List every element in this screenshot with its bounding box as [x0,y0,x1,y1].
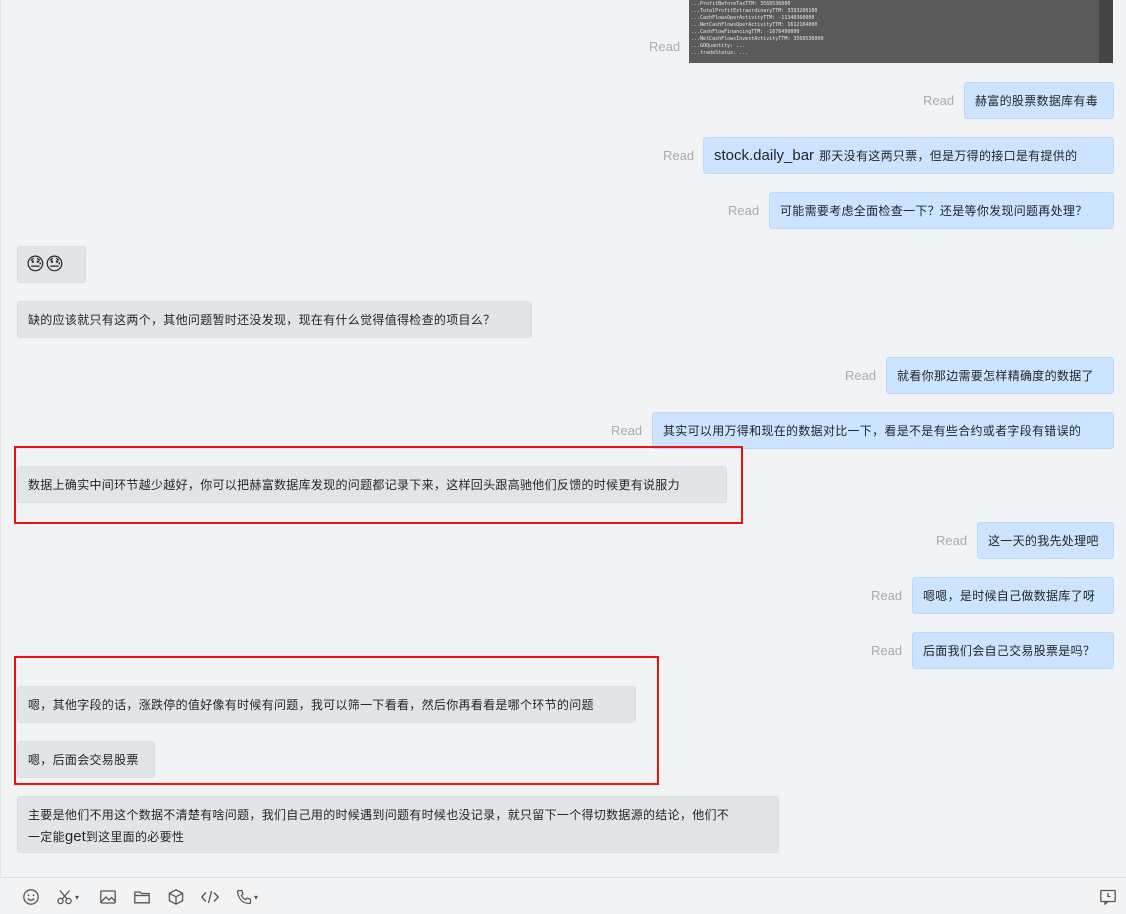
message-text: 缺的应该就只有这两个，其他问题暂时还没发现，现在有什么觉得值得检查的项目么？ [28,313,496,327]
emoji-icon[interactable] [22,888,40,906]
image-text-line: ...NetCashFlowsOperActivityTTM: 16121040… [691,22,818,28]
read-receipt: Read [871,588,903,603]
message-bubble-outgoing[interactable]: 其实可以用万得和现在的数据对比一下，看是不是有些合约或者字段有错误的 [652,412,1114,449]
message-bubble-outgoing[interactable]: 赫富的股票数据库有毒 [964,82,1114,119]
chevron-down-icon: ▾ [75,892,80,902]
message-bubble-incoming[interactable]: 缺的应该就只有这两个，其他问题暂时还没发现，现在有什么觉得值得检查的项目么？ [17,301,532,338]
history-icon[interactable] [1099,888,1117,906]
image-text-line: ...TotalProfitExtraordinaryTTM: 33932001… [691,8,818,14]
box-icon[interactable] [167,888,185,906]
image-icon[interactable] [99,888,117,906]
read-receipt: Read [936,533,968,548]
code-icon[interactable] [200,888,220,906]
scissors-icon[interactable]: ▾ [56,888,79,906]
phone-icon[interactable]: ▾ [235,888,258,906]
message-text-line: 一定能get到这里面的必要性 [28,826,184,848]
read-receipt: Read [845,368,877,383]
message-text: 嗯嗯，是时候自己做数据库了呀 [923,589,1096,603]
message-code-text: stock.daily_bar [714,147,815,164]
message-bubble-incoming[interactable]: 主要是他们不用这个数据不清楚有啥问题，我们自己用的时候遇到问题有时候也没记录，就… [17,796,779,853]
read-receipt: Read [728,203,760,218]
chat-area[interactable]: Read ...ProfitBeforeTaxTTM: 3560536000..… [0,0,1126,877]
image-text-line: ...CashFlowsOperActivityTTM: -1134036000… [691,15,815,21]
message-text: 后面我们会自己交易股票是吗？ [923,644,1096,658]
read-receipt: Read [663,148,695,163]
message-bubble-outgoing[interactable]: 嗯嗯，是时候自己做数据库了呀 [912,577,1114,614]
image-scrollbar [1099,0,1113,63]
image-message[interactable]: ...ProfitBeforeTaxTTM: 3560536000 ...Tota… [689,0,1113,63]
read-receipt: Read [871,643,903,658]
message-bubble-outgoing[interactable]: 就看你那边需要怎样精确度的数据了 [886,357,1114,394]
message-text: 可能需要考虑全面检查一下？还是等你发现问题再处理？ [780,204,1088,218]
chevron-down-icon: ▾ [254,892,259,902]
read-receipt: Read [923,93,955,108]
message-text: 就看你那边需要怎样精确度的数据了 [897,369,1094,383]
message-text-line: 主要是他们不用这个数据不清楚有啥问题，我们自己用的时候遇到问题有时候也没记录，就… [28,808,730,822]
image-text-line: ...NetCashFlowsInvestActivityTTM: 356053… [691,36,824,42]
message-text: 这一天的我先处理吧 [988,534,1099,548]
message-toolbar: ▾ ▾ [0,877,1126,914]
highlight-box [14,446,743,524]
read-receipt: Read [649,39,681,54]
message-text: 到这里面的必要性 [85,830,185,844]
message-bubble-outgoing[interactable]: stock.daily_bar 那天没有这两只票，但是万得的接口是有提供的 [703,137,1114,174]
read-receipt: Read [611,423,643,438]
message-text-latin: get [64,828,86,845]
folder-icon[interactable] [133,888,151,906]
image-text-line: ...tradeStatus: ... [691,50,749,56]
image-text-line: ...GOQuantity: ... [691,43,746,49]
image-text-line: ...ProfitBeforeTaxTTM: 3560536000 [691,1,791,7]
image-text-line: ...CashFlowFinancingTTM: -1676490000 [691,29,800,35]
message-bubble-outgoing[interactable]: 后面我们会自己交易股票是吗？ [912,632,1114,669]
message-bubble-incoming[interactable]: 😓😓 [17,246,86,283]
message-text: 赫富的股票数据库有毒 [975,94,1099,108]
message-text: 其实可以用万得和现在的数据对比一下，看是不是有些合约或者字段有错误的 [663,424,1082,438]
message-bubble-outgoing[interactable]: 这一天的我先处理吧 [977,522,1114,559]
message-text: 那天没有这两只票，但是万得的接口是有提供的 [819,149,1078,163]
highlight-box [14,656,659,785]
message-bubble-outgoing[interactable]: 可能需要考虑全面检查一下？还是等你发现问题再处理？ [769,192,1114,229]
message-text: 一定能 [28,830,65,844]
emoji-icon: 😓😓 [26,254,65,275]
